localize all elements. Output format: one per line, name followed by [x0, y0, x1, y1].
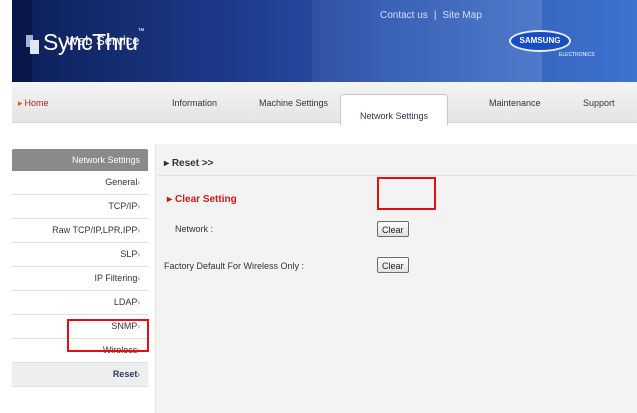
logo-mark-icon [30, 40, 39, 54]
sidebar-item-label: LDAP [113, 297, 138, 307]
sidebar-item-slp[interactable]: SLP› [12, 243, 148, 267]
main-nav: ▸ Home Information Machine Settings Maint… [12, 82, 637, 123]
sidebar-item-label: Raw TCP/IP,LPR,IPP [52, 225, 138, 235]
header-banner: SyncThru ™ Web Service Contact us | Site M… [12, 0, 637, 82]
sidebar-item-label: Reset [112, 369, 138, 379]
contact-us-link[interactable]: Contact us [380, 10, 428, 21]
bullet-icon: › [137, 202, 140, 211]
clear-wireless-button[interactable]: Clear [377, 257, 409, 273]
sidebar-item-ip-filtering[interactable]: IP Filtering› [12, 267, 148, 291]
logo-subtitle: Web Service [66, 33, 140, 48]
top-links: Contact us | Site Map [380, 10, 482, 21]
network-label: Network : [175, 224, 214, 234]
site-map-link[interactable]: Site Map [442, 10, 481, 21]
sidebar-item-raw-tcpip[interactable]: Raw TCP/IP,LPR,IPP› [12, 219, 148, 243]
tab-maintenance[interactable]: Maintenance [489, 98, 541, 108]
sidebar-item-label: TCP/IP [108, 201, 138, 211]
nav-home[interactable]: ▸ Home [18, 98, 49, 109]
bullet-icon: › [137, 250, 140, 259]
bullet-icon: › [137, 370, 140, 379]
sidebar-item-reset[interactable]: Reset› [12, 363, 148, 387]
clear-network-button[interactable]: Clear [377, 221, 409, 237]
sidebar-item-ldap[interactable]: LDAP› [12, 291, 148, 315]
annotation-box-top [377, 177, 436, 210]
factory-default-wireless-label: Factory Default For Wireless Only : [164, 261, 305, 271]
samsung-logo: SAMSUNG [509, 30, 571, 52]
breadcrumb: ▸ Reset >> [164, 158, 214, 169]
breadcrumb-divider [158, 175, 636, 176]
sidebar-item-label: General [105, 177, 138, 187]
nav-home-label: Home [24, 98, 49, 108]
breadcrumb-label: Reset >> [171, 158, 214, 169]
section-arrow-icon: ▸ [167, 194, 173, 205]
tab-network-settings-label: Network Settings [359, 111, 429, 121]
annotation-box-snmp [67, 319, 149, 352]
bullet-icon: › [137, 274, 140, 283]
banner-stripe [12, 0, 32, 82]
top-links-separator: | [433, 10, 437, 21]
sidebar-item-label: SLP [120, 249, 138, 259]
sidebar-header: Network Settings [12, 149, 148, 171]
bullet-icon: › [137, 178, 140, 187]
sidebar-item-general[interactable]: General› [12, 171, 148, 195]
bullet-icon: › [137, 298, 140, 307]
tab-support[interactable]: Support [583, 98, 615, 108]
sidebar-item-label: IP Filtering [94, 273, 138, 283]
bullet-icon: › [137, 226, 140, 235]
tab-machine-settings[interactable]: Machine Settings [259, 98, 328, 108]
breadcrumb-arrow-icon: ▸ [164, 158, 172, 169]
tab-information[interactable]: Information [172, 98, 217, 108]
samsung-logo-subtitle: ELECTRONICS [559, 52, 595, 58]
home-arrow-icon: ▸ [18, 98, 23, 108]
section-title: ▸ Clear Setting [167, 194, 237, 205]
tab-network-settings[interactable]: Network Settings [340, 94, 448, 125]
section-title-label: Clear Setting [175, 194, 237, 205]
sidebar-item-tcpip[interactable]: TCP/IP› [12, 195, 148, 219]
